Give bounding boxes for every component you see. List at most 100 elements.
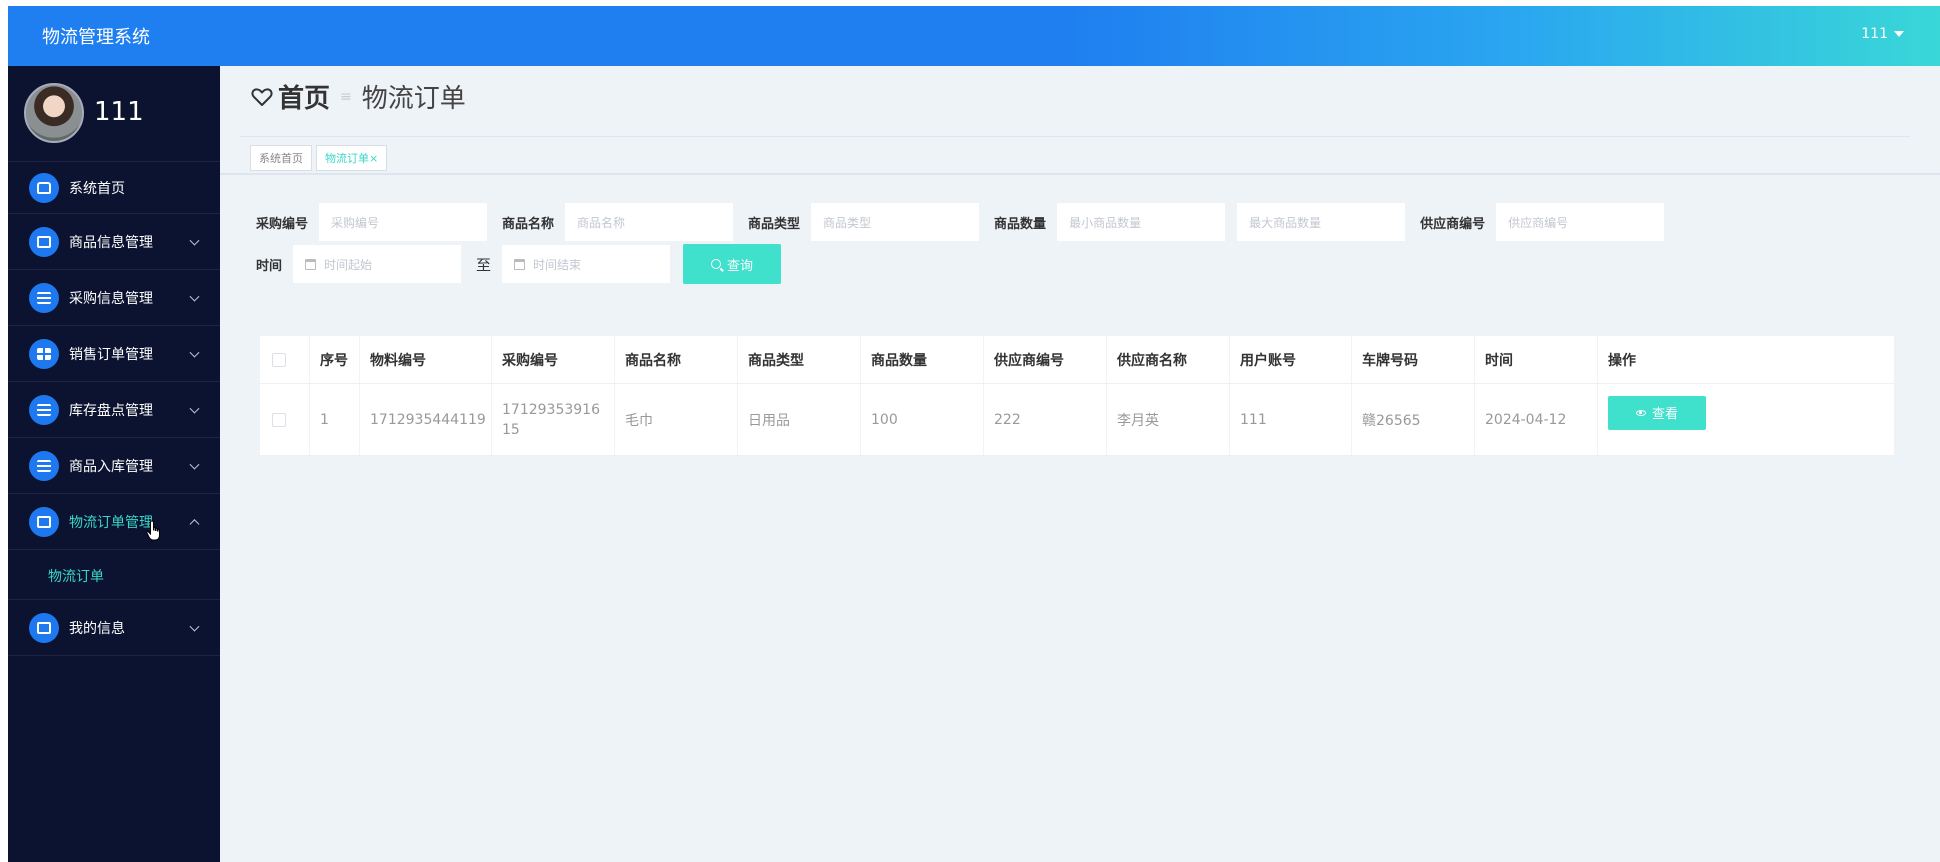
sidebar-item-my-info[interactable]: 我的信息 bbox=[8, 600, 220, 656]
goods-name-label: 商品名称 bbox=[502, 216, 555, 232]
calendar-icon bbox=[514, 258, 526, 270]
goods-type-label: 商品类型 bbox=[748, 216, 801, 232]
column-header: 商品类型 bbox=[738, 336, 861, 383]
table-cell-text: 1712935391615 bbox=[502, 401, 600, 438]
chevron-down-icon bbox=[189, 459, 200, 470]
top-header: 物流管理系统 111 bbox=[8, 6, 1940, 66]
heart-icon bbox=[251, 87, 273, 106]
column-header: 商品名称 bbox=[615, 336, 738, 383]
chevron-down-icon bbox=[189, 235, 200, 246]
time-label: 时间 bbox=[256, 258, 283, 274]
page-title: 物流订单 bbox=[361, 84, 466, 114]
caret-down-icon bbox=[1894, 31, 1904, 37]
goods-name-input[interactable]: 商品名称 bbox=[564, 202, 735, 242]
purchase-no-input[interactable]: 采购编号 bbox=[318, 202, 489, 242]
divider bbox=[240, 136, 1910, 137]
app-title: 物流管理系统 bbox=[42, 27, 150, 48]
table-cell: 100 bbox=[861, 384, 984, 455]
goods-qty-label: 商品数量 bbox=[994, 216, 1047, 232]
sidebar-item-label: 物流订单管理 bbox=[69, 514, 153, 531]
search-icon bbox=[711, 259, 722, 269]
chevron-down-icon bbox=[189, 403, 200, 414]
divider bbox=[220, 173, 1940, 175]
home-icon bbox=[29, 172, 59, 203]
eye-icon bbox=[1635, 409, 1646, 416]
purchase-icon bbox=[29, 282, 59, 313]
column-header: 供应商编号 bbox=[984, 336, 1107, 383]
page-header: 首页 ≡ 物流订单 bbox=[250, 78, 466, 115]
avatar bbox=[24, 83, 84, 143]
column-header: 操作 bbox=[1608, 352, 1636, 369]
table-cell: 222 bbox=[984, 384, 1107, 455]
table-cell-wrap: 1712935391615 bbox=[492, 384, 615, 455]
chevron-up-icon bbox=[189, 518, 200, 529]
profile-name: 111 bbox=[94, 97, 144, 127]
user-menu-label: 111 bbox=[1861, 26, 1888, 42]
min-qty-input[interactable]: 最小商品数量 bbox=[1056, 202, 1227, 242]
sidebar-item-goods-info[interactable]: 商品信息管理 bbox=[8, 214, 220, 270]
query-button-label: 查询 bbox=[727, 258, 754, 274]
tag-logistics-order[interactable]: 物流订单× bbox=[316, 145, 388, 171]
query-button[interactable]: 查询 bbox=[683, 244, 782, 284]
sidebar-item-inventory[interactable]: 库存盘点管理 bbox=[8, 382, 220, 438]
row-checkbox[interactable] bbox=[272, 412, 286, 427]
select-all-checkbox[interactable] bbox=[272, 352, 286, 367]
chevron-down-icon bbox=[189, 291, 200, 302]
table-cell: 1 bbox=[310, 384, 360, 455]
table-cell: 111 bbox=[1230, 384, 1352, 455]
sidebar-item-goods-inbound[interactable]: 商品入库管理 bbox=[8, 438, 220, 494]
chevron-down-icon bbox=[189, 347, 200, 358]
view-button[interactable]: 查看 bbox=[1608, 395, 1706, 430]
sidebar-item-label: 商品信息管理 bbox=[69, 234, 153, 251]
calendar-icon bbox=[305, 258, 317, 270]
goods-type-input[interactable]: 商品类型 bbox=[810, 202, 981, 242]
sidebar-item-logistics-orders[interactable]: 物流订单管理 bbox=[8, 494, 220, 550]
sidebar-item-label: 库存盘点管理 bbox=[69, 402, 153, 419]
filter-row-1: 采购编号 采购编号 商品名称 商品名称 商品类型 商品类型 商品数量 最小商品数… bbox=[256, 202, 1666, 242]
card-icon bbox=[29, 612, 59, 643]
column-header: 车牌号码 bbox=[1352, 336, 1475, 383]
row-checkbox-cell bbox=[260, 384, 310, 455]
time-end-input[interactable]: 时间结束 bbox=[501, 244, 672, 284]
table-cell: 日用品 bbox=[738, 384, 861, 455]
table-cell: 赣26565 bbox=[1352, 384, 1475, 455]
sidebar-item-purchase-info[interactable]: 采购信息管理 bbox=[8, 270, 220, 326]
home-breadcrumb[interactable]: 首页 bbox=[278, 78, 330, 115]
sidebar-item-home[interactable]: 系统首页 bbox=[8, 162, 220, 214]
hand-cursor-icon bbox=[146, 520, 160, 541]
tag-home[interactable]: 系统首页 bbox=[250, 145, 312, 171]
column-header: 用户账号 bbox=[1230, 336, 1352, 383]
column-header: 物料编号 bbox=[360, 336, 492, 383]
purchase-no-label: 采购编号 bbox=[256, 216, 309, 232]
tags-view: 系统首页 物流订单× bbox=[250, 145, 388, 171]
list-icon bbox=[29, 394, 59, 425]
table-row: 1 1712935444119 1712935391615 毛巾 日用品 100… bbox=[260, 384, 1894, 456]
sidebar-item-label: 我的信息 bbox=[69, 620, 125, 637]
select-all-checkbox-cell bbox=[260, 336, 310, 383]
column-header: 供应商名称 bbox=[1107, 336, 1230, 383]
submenu-item-logistics-order[interactable]: 物流订单 bbox=[8, 550, 220, 600]
max-qty-input[interactable]: 最大商品数量 bbox=[1236, 202, 1407, 242]
chevron-down-icon bbox=[189, 621, 200, 632]
main-content: 首页 ≡ 物流订单 系统首页 物流订单× 采购编号 采购编号 商品名称 商品名称… bbox=[220, 66, 1940, 862]
table-header-row: 序号 物料编号 采购编号 商品名称 商品类型 商品数量 供应商编号 供应商名称 … bbox=[260, 336, 1894, 384]
time-end-placeholder: 时间结束 bbox=[533, 257, 582, 272]
time-start-placeholder: 时间起始 bbox=[324, 257, 373, 272]
sliders-icon bbox=[29, 450, 59, 481]
breadcrumb-separator: ≡ bbox=[340, 88, 352, 105]
orders-table: 序号 物料编号 采购编号 商品名称 商品类型 商品数量 供应商编号 供应商名称 … bbox=[260, 336, 1894, 456]
column-header: 商品数量 bbox=[861, 336, 984, 383]
column-header: 时间 bbox=[1475, 336, 1598, 383]
table-cell: 1712935444119 bbox=[360, 384, 492, 455]
time-start-input[interactable]: 时间起始 bbox=[292, 244, 463, 284]
view-button-label: 查看 bbox=[1651, 407, 1678, 422]
submenu-item-label: 物流订单 bbox=[48, 569, 104, 585]
sidebar-item-label: 采购信息管理 bbox=[69, 290, 153, 307]
table-cell: 李月英 bbox=[1107, 384, 1230, 455]
profile: 111 bbox=[8, 66, 220, 162]
supplier-no-input[interactable]: 供应商编号 bbox=[1495, 202, 1666, 242]
user-menu[interactable]: 111 bbox=[1861, 26, 1904, 42]
column-header: 序号 bbox=[310, 336, 360, 383]
sidebar-item-sales-orders[interactable]: 销售订单管理 bbox=[8, 326, 220, 382]
goods-icon bbox=[29, 226, 59, 257]
